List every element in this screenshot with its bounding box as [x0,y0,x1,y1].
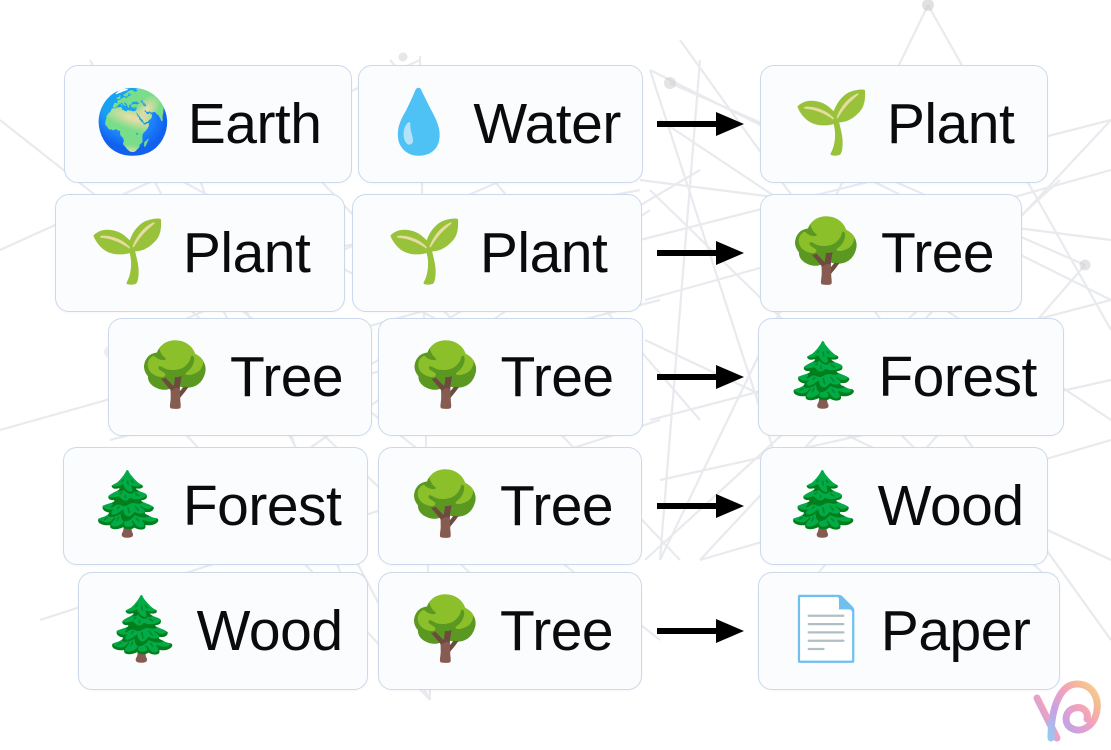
card-label: Water [473,91,621,156]
result-card[interactable]: 📄 Paper [758,572,1060,690]
card-label: Tree [500,473,614,538]
recipe-row: 🌲 Wood 🌳 Tree 📄 Paper [0,572,1111,690]
arrow-right-icon [656,238,744,268]
recipe-board: 🌍 Earth 💧 Water 🌱 Plant 🌱 Plant 🌱 Plant [0,0,1111,750]
water-droplet-icon: 💧 [380,85,458,158]
arrow-right-icon [656,616,744,646]
ingredient-card[interactable]: 🌱 Plant [352,194,642,312]
card-label: Tree [230,344,344,409]
card-label: Plant [479,220,608,285]
card-label: Tree [500,344,615,409]
card-label: Earth [187,91,322,156]
ingredient-card[interactable]: 🌳 Tree [378,572,642,690]
card-label: Paper [880,598,1031,663]
card-label: Plant [182,220,311,285]
deciduous-tree-icon: 🌳 [406,592,485,665]
ingredient-card[interactable]: 💧 Water [358,65,643,183]
deciduous-tree-icon: 🌳 [787,214,866,287]
recipe-row: 🌳 Tree 🌳 Tree 🌲 Forest [0,318,1111,436]
card-label: Forest [182,473,342,538]
card-label: Forest [878,344,1037,409]
arrow-right-icon [656,109,744,139]
deciduous-tree-icon: 🌳 [406,467,485,540]
ingredient-card[interactable]: 🌳 Tree [378,447,642,565]
card-label: Wood [196,598,343,663]
ingredient-card[interactable]: 🌳 Tree [108,318,372,436]
ingredient-card[interactable]: 🌍 Earth [64,65,352,183]
ingredient-card[interactable]: 🌱 Plant [55,194,345,312]
card-label: Tree [500,598,614,663]
arrow-right-icon [656,491,744,521]
result-card[interactable]: 🌱 Plant [760,65,1048,183]
card-label: Tree [881,220,995,285]
arrow-right-icon [656,362,744,392]
result-card[interactable]: 🌳 Tree [760,194,1022,312]
seedling-icon: 🌱 [793,85,871,158]
result-card[interactable]: 🌲 Forest [758,318,1064,436]
recipe-row: 🌲 Forest 🌳 Tree 🌲 Wood [0,447,1111,565]
evergreen-tree-icon: 🌲 [89,467,167,540]
deciduous-tree-icon: 🌳 [136,338,215,411]
evergreen-tree-icon: 🌲 [784,467,862,540]
earth-globe-icon: 🌍 [94,85,172,158]
app-logo-watermark [1033,680,1101,742]
ingredient-card[interactable]: 🌳 Tree [378,318,643,436]
recipe-row: 🌱 Plant 🌱 Plant 🌳 Tree [0,194,1111,312]
result-card[interactable]: 🌲 Wood [760,447,1048,565]
seedling-icon: 🌱 [386,214,464,287]
evergreen-tree-icon: 🌲 [103,592,181,665]
evergreen-tree-icon: 🌲 [785,338,863,411]
card-label: Plant [886,91,1015,156]
recipe-row: 🌍 Earth 💧 Water 🌱 Plant [0,65,1111,183]
ingredient-card[interactable]: 🌲 Forest [63,447,368,565]
card-label: Wood [877,473,1024,538]
ingredient-card[interactable]: 🌲 Wood [78,572,368,690]
seedling-icon: 🌱 [89,214,167,287]
page-document-icon: 📄 [787,592,865,665]
deciduous-tree-icon: 🌳 [407,338,485,411]
